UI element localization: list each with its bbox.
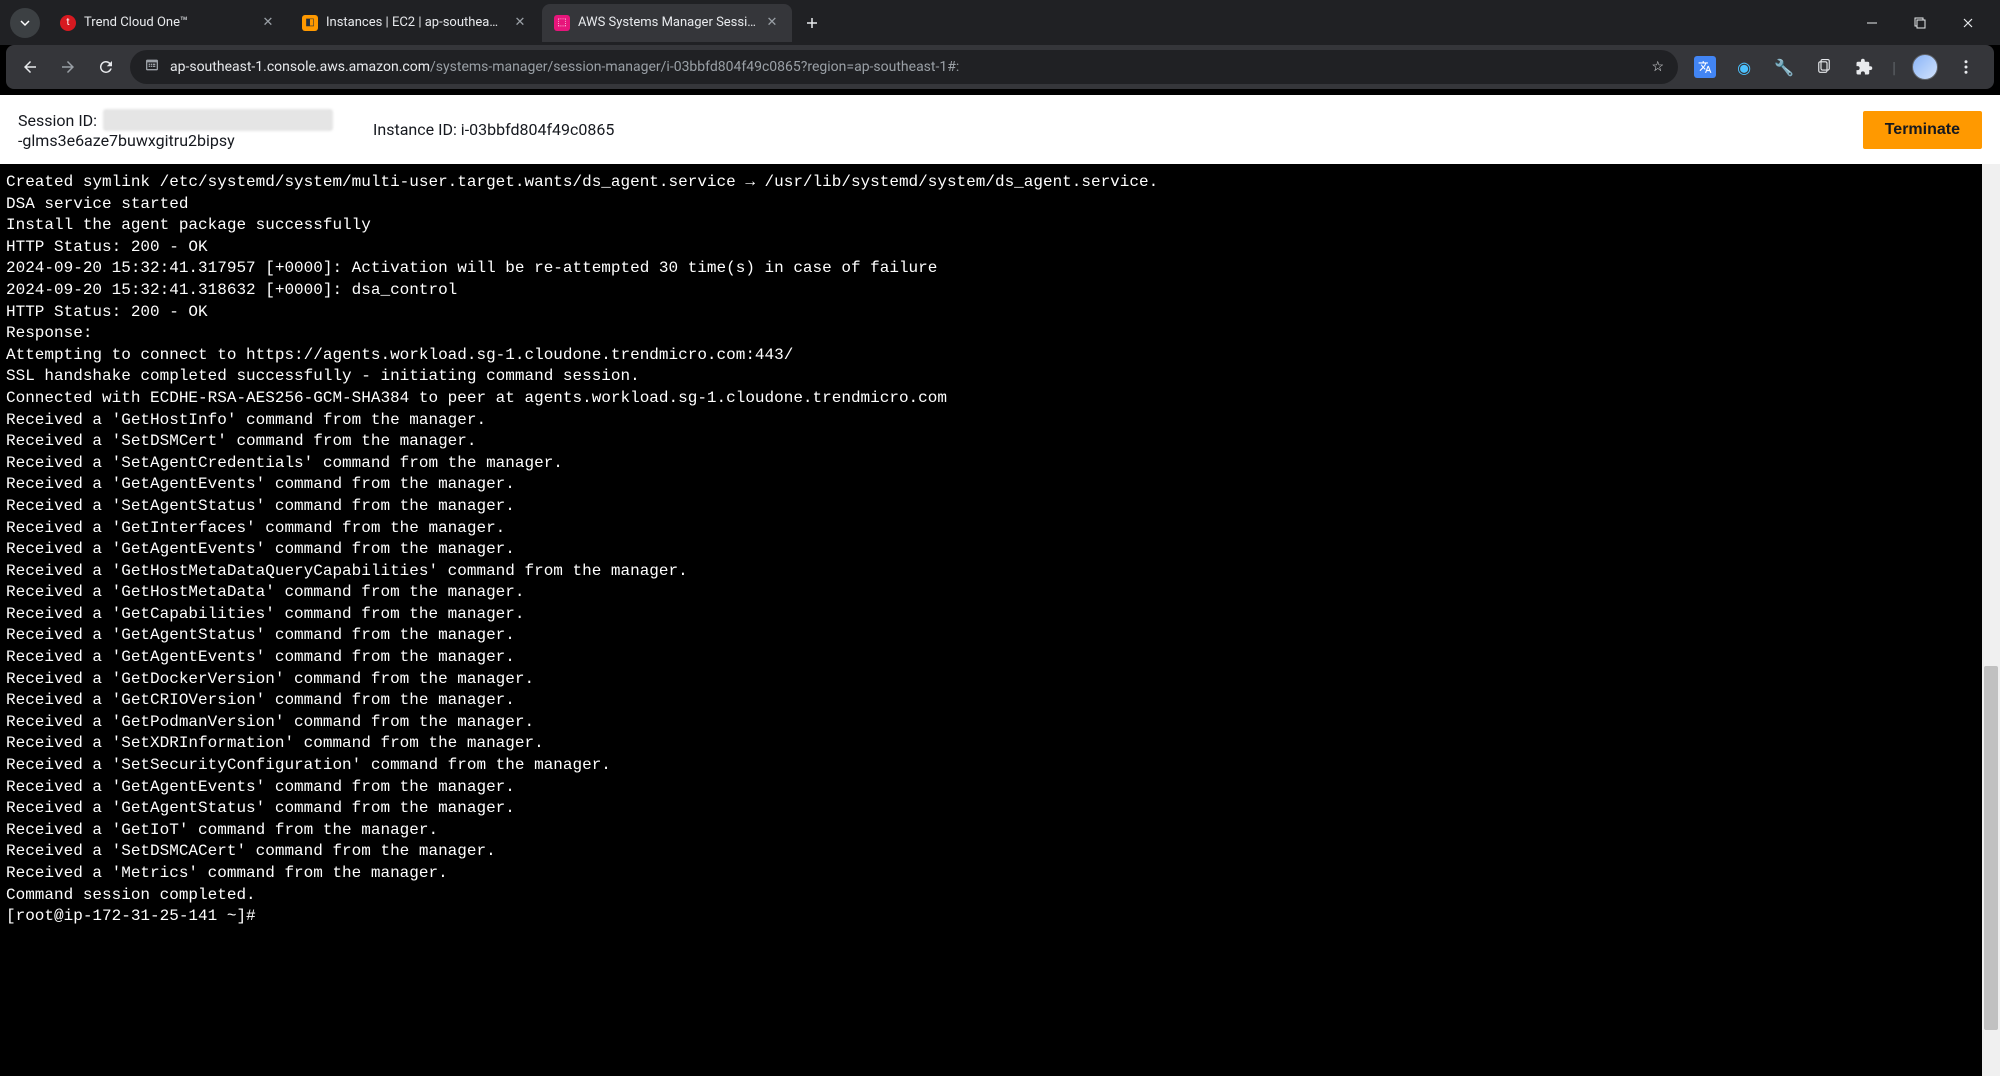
tab-systems-manager[interactable]: ⬚ AWS Systems Manager Session ✕ [542,4,792,42]
tabs-container: t Trend Cloud One™ ✕ ◧ Instances | EC2 |… [48,0,826,45]
extensions-icon[interactable] [1852,55,1876,79]
profile-avatar[interactable] [1912,54,1938,80]
terminate-button[interactable]: Terminate [1863,111,1982,149]
address-bar[interactable]: ap-southeast-1.console.aws.amazon.com/sy… [130,50,1678,84]
tab-search-button[interactable] [10,8,40,38]
scrollbar-thumb[interactable] [1984,666,1998,1031]
trend-icon: t [60,15,76,31]
extension-circle-icon[interactable]: ◉ [1732,55,1756,79]
session-id-suffix: -glms3e6aze7buwxgitru2bipsy [18,131,333,150]
toolbar-icons: ◉ 🔧 | [1688,54,1984,80]
close-icon[interactable]: ✕ [512,15,528,31]
reload-button[interactable] [92,53,120,81]
tab-title: Instances | EC2 | ap-southeast-1 [326,15,504,30]
forward-button[interactable] [54,53,82,81]
copy-icon[interactable] [1812,55,1836,79]
tab-title: Trend Cloud One™ [84,15,252,30]
aws-ec2-icon: ◧ [302,15,318,31]
aws-ssm-icon: ⬚ [554,15,570,31]
site-settings-icon[interactable] [144,57,160,77]
minimize-button[interactable] [1860,11,1884,35]
scrollbar-track[interactable] [1982,164,2000,1076]
new-tab-button[interactable] [798,9,826,37]
divider: | [1892,58,1896,77]
window-controls [1860,11,1990,35]
session-id-redacted [103,109,333,131]
browser-tab-strip: t Trend Cloud One™ ✕ ◧ Instances | EC2 |… [0,0,2000,45]
tab-trend-cloud-one[interactable]: t Trend Cloud One™ ✕ [48,4,288,42]
session-id-label: Session ID: [18,111,97,130]
browser-toolbar: ap-southeast-1.console.aws.amazon.com/sy… [6,45,1994,89]
session-header: Session ID: -glms3e6aze7buwxgitru2bipsy … [0,95,2000,164]
close-icon[interactable]: ✕ [260,15,276,31]
terminal-wrapper: Created symlink /etc/systemd/system/mult… [0,164,2000,1076]
tab-title: AWS Systems Manager Session [578,15,756,30]
terminal-output[interactable]: Created symlink /etc/systemd/system/mult… [0,164,2000,936]
extension-tool-icon[interactable]: 🔧 [1772,55,1796,79]
back-button[interactable] [16,53,44,81]
menu-icon[interactable] [1954,55,1978,79]
maximize-button[interactable] [1908,11,1932,35]
close-icon[interactable]: ✕ [764,15,780,31]
bookmark-icon[interactable]: ☆ [1652,59,1665,75]
translate-icon[interactable] [1694,56,1716,78]
instance-id-value: i-03bbfd804f49c0865 [461,120,615,139]
url-text: ap-southeast-1.console.aws.amazon.com/sy… [170,59,959,75]
close-window-button[interactable] [1956,11,1980,35]
instance-id-label: Instance ID: [373,120,457,139]
session-info: Session ID: -glms3e6aze7buwxgitru2bipsy [18,109,333,150]
instance-id: Instance ID: i-03bbfd804f49c0865 [373,120,614,139]
tab-ec2-instances[interactable]: ◧ Instances | EC2 | ap-southeast-1 ✕ [290,4,540,42]
